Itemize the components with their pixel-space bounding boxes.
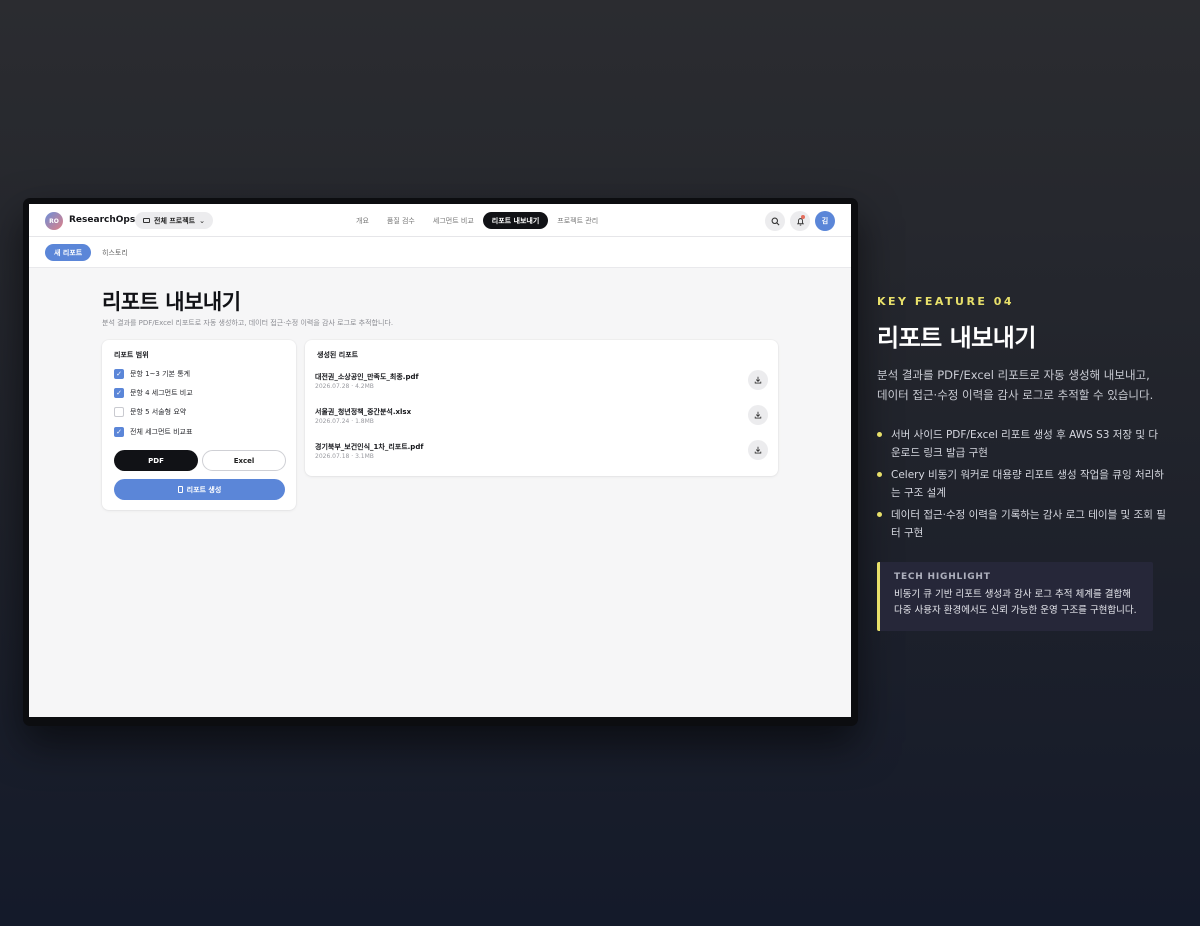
download-icon — [754, 446, 762, 454]
report-name: 대전권_소상공인_만족도_최종.pdf — [315, 373, 419, 381]
bullet-dot-icon — [877, 512, 882, 517]
report-name: 경기북부_보건인식_1차_리포트.pdf — [315, 443, 424, 451]
report-list-item: 서울권_청년정책_중간분석.xlsx 2026.07.24 · 1.8MB — [315, 405, 768, 433]
report-meta: 2026.07.24 · 1.8MB — [315, 418, 374, 425]
notification-dot — [801, 215, 805, 219]
download-button[interactable] — [748, 440, 768, 460]
folder-icon — [143, 218, 150, 223]
page-description: 분석 결과를 PDF/Excel 리포트로 자동 생성하고, 데이터 접근·수정… — [102, 319, 394, 327]
scope-option-label: 문항 4 세그먼트 비교 — [130, 389, 193, 397]
tech-highlight-box: TECH HIGHLIGHT 비동기 큐 기반 리포트 생성과 감사 로그 추적… — [877, 562, 1153, 631]
tech-highlight-text: 비동기 큐 기반 리포트 생성과 감사 로그 추적 체계를 결합해 다중 사용자… — [894, 589, 1137, 616]
checkbox-checked[interactable]: ✓ — [114, 427, 124, 437]
feature-title: 리포트 내보내기 — [877, 324, 1036, 352]
feature-bullet-text: 서버 사이드 PDF/Excel 리포트 생성 후 AWS S3 저장 및 다운… — [891, 429, 1159, 459]
chevron-down-icon: ⌄ — [199, 216, 205, 225]
generate-report-button[interactable]: 리포트 생성 — [114, 479, 285, 500]
feature-bullet: 서버 사이드 PDF/Excel 리포트 생성 후 AWS S3 저장 및 다운… — [877, 426, 1167, 462]
feature-bullet-text: 데이터 접근·수정 이력을 기록하는 감사 로그 테이블 및 조회 필터 구현 — [891, 509, 1166, 539]
tab-segment-compare[interactable]: 세그먼트 비교 — [424, 212, 483, 229]
search-icon — [771, 217, 779, 225]
bullet-dot-icon — [877, 472, 882, 477]
scope-option[interactable]: ✓ 전체 세그먼트 비교표 — [114, 427, 192, 437]
download-icon — [754, 376, 762, 384]
tab-overview[interactable]: 개요 — [347, 212, 378, 229]
report-list-item: 대전권_소상공인_만족도_최종.pdf 2026.07.28 · 4.2MB — [315, 370, 768, 398]
scope-option[interactable]: ✓ 문항 1~3 기본 통계 — [114, 369, 190, 379]
project-selector[interactable]: 전체 프로젝트 ⌄ — [135, 212, 213, 229]
generate-report-label: 리포트 생성 — [186, 485, 222, 494]
format-pdf-button[interactable]: PDF — [114, 450, 198, 471]
subtab-new-report[interactable]: 새 리포트 — [45, 244, 92, 261]
feature-description-line: 데이터 접근·수정 이력을 감사 로그로 추적할 수 있습니다. — [877, 388, 1154, 402]
tab-report-export[interactable]: 리포트 내보내기 — [482, 212, 549, 229]
logo-badge: RO — [45, 212, 63, 230]
tab-quality-review[interactable]: 품질 검수 — [378, 212, 424, 229]
generated-reports-title: 생성된 리포트 — [317, 351, 359, 359]
main-tabs: 개요 품질 검수 세그먼트 비교 리포트 내보내기 프로젝트 관리 — [347, 212, 607, 229]
page-title: 리포트 내보내기 — [102, 290, 241, 314]
search-button[interactable] — [765, 211, 785, 231]
bullet-dot-icon — [877, 432, 882, 437]
checkbox-checked[interactable]: ✓ — [114, 388, 124, 398]
feature-bullet: 데이터 접근·수정 이력을 기록하는 감사 로그 테이블 및 조회 필터 구현 — [877, 506, 1167, 542]
document-icon — [177, 486, 183, 493]
subtab-history[interactable]: 히스토리 — [93, 244, 137, 261]
download-button[interactable] — [748, 405, 768, 425]
app-window: RO ResearchOps 전체 프로젝트 ⌄ 개요 품질 검수 세그먼트 비… — [29, 204, 851, 717]
download-icon — [754, 411, 762, 419]
scope-option-label: 문항 5 서술형 요약 — [130, 408, 187, 416]
scope-option-label: 문항 1~3 기본 통계 — [130, 370, 191, 378]
tech-highlight-label: TECH HIGHLIGHT — [894, 572, 991, 582]
project-selector-label: 전체 프로젝트 — [154, 216, 196, 225]
feature-description-line: 분석 결과를 PDF/Excel 리포트로 자동 생성해 내보내고, — [877, 368, 1150, 382]
format-excel-button[interactable]: Excel — [202, 450, 286, 471]
feature-bullet: Celery 비동기 워커로 대용량 리포트 생성 작업을 큐잉 처리하는 구조… — [877, 466, 1167, 502]
generated-reports-card: 생성된 리포트 대전권_소상공인_만족도_최종.pdf 2026.07.28 ·… — [305, 340, 778, 476]
tab-project-management[interactable]: 프로젝트 관리 — [548, 212, 607, 229]
report-meta: 2026.07.18 · 3.1MB — [315, 453, 374, 460]
feature-kicker: KEY FEATURE 04 — [877, 295, 1015, 308]
top-navigation: RO ResearchOps 전체 프로젝트 ⌄ 개요 품질 검수 세그먼트 비… — [29, 204, 851, 237]
report-name: 서울권_청년정책_중간분석.xlsx — [315, 408, 412, 416]
feature-bullet-text: Celery 비동기 워커로 대용량 리포트 생성 작업을 큐잉 처리하는 구조… — [891, 469, 1164, 499]
scope-option[interactable]: ✓ 문항 4 세그먼트 비교 — [114, 388, 193, 398]
checkbox-checked[interactable]: ✓ — [114, 369, 124, 379]
report-meta: 2026.07.28 · 4.2MB — [315, 383, 374, 390]
report-list-item: 경기북부_보건인식_1차_리포트.pdf 2026.07.18 · 3.1MB — [315, 440, 768, 468]
notifications-button[interactable] — [790, 211, 810, 231]
sub-navigation: 새 리포트 히스토리 — [29, 237, 851, 268]
download-button[interactable] — [748, 370, 768, 390]
report-scope-title: 리포트 범위 — [114, 351, 149, 359]
scope-option[interactable]: 문항 5 서술형 요약 — [114, 407, 186, 417]
checkbox-unchecked[interactable] — [114, 407, 124, 417]
feature-bullets: 서버 사이드 PDF/Excel 리포트 생성 후 AWS S3 저장 및 다운… — [877, 426, 1167, 546]
feature-description: 분석 결과를 PDF/Excel 리포트로 자동 생성해 내보내고, 데이터 접… — [877, 365, 1167, 405]
avatar[interactable]: 김 — [815, 211, 835, 231]
brand-name: ResearchOps — [69, 215, 136, 225]
scope-option-label: 전체 세그먼트 비교표 — [130, 428, 193, 436]
report-scope-card: 리포트 범위 ✓ 문항 1~3 기본 통계 ✓ 문항 4 세그먼트 비교 문항 … — [102, 340, 296, 510]
